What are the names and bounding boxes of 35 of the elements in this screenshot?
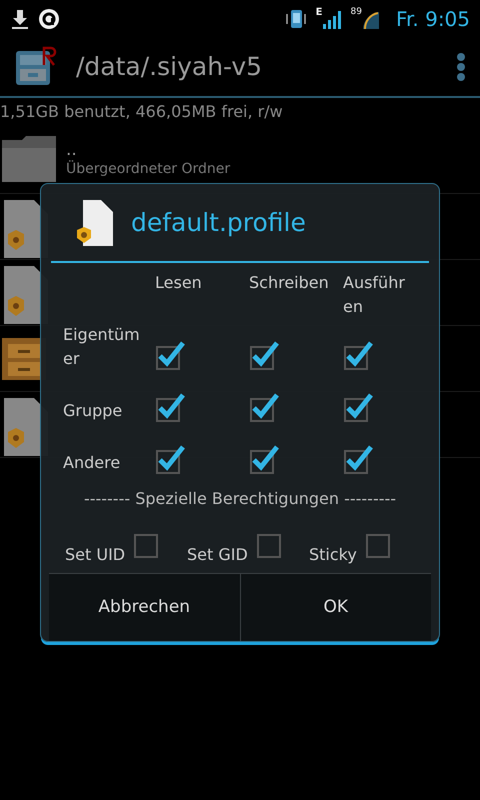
row-label: Gruppe [63,400,124,422]
checkbox[interactable] [343,391,373,424]
column-header: Lesen [155,272,203,294]
column-header: Schreiben [249,272,330,294]
file-icon [75,198,115,248]
checkbox-label: Set UID [65,544,126,566]
checkbox[interactable] [343,443,373,476]
row-label: Andere [63,452,122,474]
file-detail: Übergeordneter Ordner [66,159,230,180]
row-label: Eigentümer [63,324,141,370]
checkbox[interactable] [155,443,185,476]
checkbox[interactable] [155,391,185,424]
folder-path: /data/.siyah-v5 [76,51,264,84]
download-icon [10,8,30,30]
section-heading: -------- Spezielle Berechtigungen --------- [82,488,398,510]
checkbox[interactable] [249,391,279,424]
checkbox[interactable] [155,339,185,372]
checkbox-label: Set GID [187,544,248,566]
checkbox[interactable] [249,443,279,476]
storage-info: 1,51GB benutzt, 466,05MB frei, r/w [0,102,283,121]
cancel-button[interactable]: Abbrechen [49,573,240,641]
battery-level: 89 [350,8,362,17]
file-name: .. [66,140,78,160]
network-type: E [316,8,322,18]
dialog-title: default.profile [131,206,306,239]
column-header: Ausführen [343,272,406,318]
checkbox[interactable] [343,339,373,372]
checkbox-label: Sticky [309,544,357,566]
checkbox[interactable] [249,339,279,372]
overflow-menu-button[interactable] [456,52,466,82]
signal-icon [322,8,342,30]
notification-icon [38,8,60,30]
clock: Fr. 9:05 [396,6,470,33]
vibrate-icon [284,8,308,30]
ok-button[interactable]: OK [240,573,431,641]
